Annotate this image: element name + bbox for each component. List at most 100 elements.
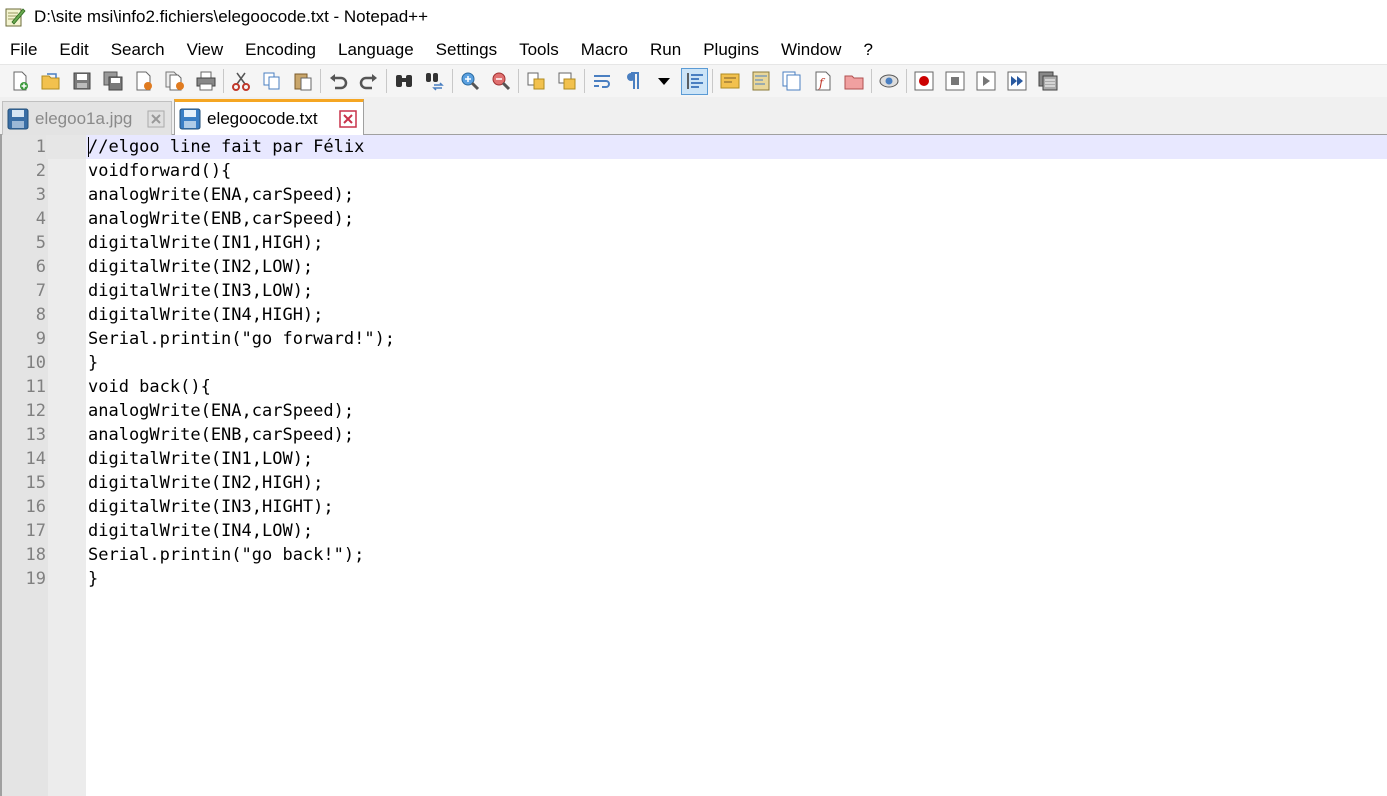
open-file-icon[interactable] bbox=[37, 68, 64, 95]
code-text: digitalWrite(IN3,HIGHT); bbox=[88, 497, 334, 517]
toolbar-separator bbox=[871, 69, 872, 93]
code-line[interactable]: 5 digitalWrite(IN1,HIGH); bbox=[2, 231, 1387, 255]
text-editor[interactable]: 1 //elgoo line fait par Félix 2 voidforward… bbox=[0, 135, 1387, 796]
menu-view[interactable]: View bbox=[176, 35, 235, 64]
record-macro-icon[interactable] bbox=[910, 68, 937, 95]
tab-label: elegoo1a.jpg bbox=[35, 108, 133, 128]
code-line[interactable]: 3 analogWrite(ENA,carSpeed); bbox=[2, 183, 1387, 207]
close-all-icon[interactable] bbox=[161, 68, 188, 95]
stop-recording-icon[interactable] bbox=[941, 68, 968, 95]
tab-elegoo1a[interactable]: elegoo1a.jpg bbox=[2, 101, 172, 135]
redo-icon[interactable] bbox=[355, 68, 382, 95]
code-line[interactable]: 1 //elgoo line fait par Félix bbox=[2, 135, 1387, 159]
dropdown-arrow-icon[interactable] bbox=[650, 68, 677, 95]
line-number: 5 bbox=[35, 233, 46, 253]
code-text: void back(){ bbox=[88, 377, 211, 397]
code-line[interactable]: 19} bbox=[2, 567, 1387, 591]
code-line[interactable]: 18 Serial.printin("go back!"); bbox=[2, 543, 1387, 567]
code-text: Serial.printin("go forward!"); bbox=[88, 329, 396, 349]
find-icon[interactable] bbox=[390, 68, 417, 95]
code-line[interactable]: 8 digitalWrite(IN4,HIGH); bbox=[2, 303, 1387, 327]
code-line[interactable]: 2 voidforward(){ bbox=[2, 159, 1387, 183]
document-map-icon[interactable] bbox=[747, 68, 774, 95]
replace-icon[interactable] bbox=[421, 68, 448, 95]
line-number: 9 bbox=[35, 329, 46, 349]
menu-help[interactable]: ? bbox=[852, 35, 883, 64]
code-text: analogWrite(ENA,carSpeed); bbox=[88, 401, 355, 421]
menu-plugins[interactable]: Plugins bbox=[692, 35, 770, 64]
line-number: 13 bbox=[25, 425, 46, 445]
code-line[interactable]: 6 digitalWrite(IN2,LOW); bbox=[2, 255, 1387, 279]
code-line[interactable]: 15 digitalWrite(IN2,HIGH); bbox=[2, 471, 1387, 495]
code-line[interactable]: 12 analogWrite(ENA,carSpeed); bbox=[2, 399, 1387, 423]
menu-search[interactable]: Search bbox=[100, 35, 176, 64]
code-line[interactable]: 9 Serial.printin("go forward!"); bbox=[2, 327, 1387, 351]
text-cursor bbox=[88, 137, 89, 157]
document-list-icon[interactable] bbox=[778, 68, 805, 95]
line-number: 16 bbox=[25, 497, 46, 517]
code-text: voidforward(){ bbox=[88, 161, 232, 181]
close-icon[interactable] bbox=[130, 68, 157, 95]
saved-file-icon bbox=[179, 108, 201, 130]
monitoring-icon[interactable] bbox=[875, 68, 902, 95]
cut-icon[interactable] bbox=[227, 68, 254, 95]
new-file-icon[interactable] bbox=[6, 68, 33, 95]
code-line[interactable]: 11 void back(){ bbox=[2, 375, 1387, 399]
paste-icon[interactable] bbox=[289, 68, 316, 95]
toolbar-separator bbox=[452, 69, 453, 93]
print-icon[interactable] bbox=[192, 68, 219, 95]
code-text: analogWrite(ENA,carSpeed); bbox=[88, 185, 355, 205]
code-text: digitalWrite(IN1,LOW); bbox=[88, 449, 314, 469]
menu-bar: File Edit Search View Encoding Language … bbox=[0, 35, 1387, 64]
toolbar-separator bbox=[223, 69, 224, 93]
menu-window[interactable]: Window bbox=[770, 35, 852, 64]
code-line[interactable]: 13 analogWrite(ENB,carSpeed); bbox=[2, 423, 1387, 447]
menu-settings[interactable]: Settings bbox=[425, 35, 508, 64]
folder-as-workspace-icon[interactable] bbox=[840, 68, 867, 95]
save-icon[interactable] bbox=[68, 68, 95, 95]
code-text: //elgoo line fait par Félix bbox=[88, 137, 365, 157]
code-text: digitalWrite(IN2,HIGH); bbox=[88, 473, 324, 493]
code-line[interactable]: 10} bbox=[2, 351, 1387, 375]
line-number: 8 bbox=[35, 305, 46, 325]
menu-file[interactable]: File bbox=[0, 35, 48, 64]
save-macro-icon[interactable] bbox=[1034, 68, 1061, 95]
menu-encoding[interactable]: Encoding bbox=[234, 35, 327, 64]
word-wrap-icon[interactable] bbox=[588, 68, 615, 95]
tab-elegoocode[interactable]: elegoocode.txt bbox=[174, 99, 364, 136]
code-line[interactable]: 4 analogWrite(ENB,carSpeed); bbox=[2, 207, 1387, 231]
zoom-in-icon[interactable] bbox=[456, 68, 483, 95]
title-bar: D:\site msi\info2.fichiers\elegoocode.tx… bbox=[0, 0, 1387, 35]
line-number: 3 bbox=[35, 185, 46, 205]
code-line[interactable]: 7 digitalWrite(IN3,LOW); bbox=[2, 279, 1387, 303]
user-defined-language-icon[interactable] bbox=[716, 68, 743, 95]
undo-icon[interactable] bbox=[324, 68, 351, 95]
line-number: 6 bbox=[35, 257, 46, 277]
line-number: 11 bbox=[25, 377, 46, 397]
code-line[interactable]: 17 digitalWrite(IN4,LOW); bbox=[2, 519, 1387, 543]
line-number: 18 bbox=[25, 545, 46, 565]
close-tab-icon[interactable] bbox=[339, 110, 357, 128]
tab-label: elegoocode.txt bbox=[207, 109, 318, 128]
toolbar-separator bbox=[906, 69, 907, 93]
zoom-out-icon[interactable] bbox=[487, 68, 514, 95]
menu-edit[interactable]: Edit bbox=[48, 35, 99, 64]
copy-icon[interactable] bbox=[258, 68, 285, 95]
menu-language[interactable]: Language bbox=[327, 35, 425, 64]
menu-run[interactable]: Run bbox=[639, 35, 692, 64]
window-title: D:\site msi\info2.fichiers\elegoocode.tx… bbox=[34, 7, 429, 26]
menu-macro[interactable]: Macro bbox=[570, 35, 639, 64]
code-line[interactable]: 16 digitalWrite(IN3,HIGHT); bbox=[2, 495, 1387, 519]
close-tab-icon[interactable] bbox=[147, 110, 165, 128]
save-all-icon[interactable] bbox=[99, 68, 126, 95]
indent-guide-icon[interactable] bbox=[681, 67, 708, 95]
show-all-characters-icon[interactable] bbox=[619, 68, 646, 95]
function-list-icon[interactable]: f bbox=[809, 68, 836, 95]
run-macro-multiple-icon[interactable] bbox=[1003, 68, 1030, 95]
sync-vertical-icon[interactable] bbox=[522, 68, 549, 95]
menu-tools[interactable]: Tools bbox=[508, 35, 570, 64]
playback-macro-icon[interactable] bbox=[972, 68, 999, 95]
line-number: 2 bbox=[35, 161, 46, 181]
sync-horizontal-icon[interactable] bbox=[553, 68, 580, 95]
code-line[interactable]: 14 digitalWrite(IN1,LOW); bbox=[2, 447, 1387, 471]
